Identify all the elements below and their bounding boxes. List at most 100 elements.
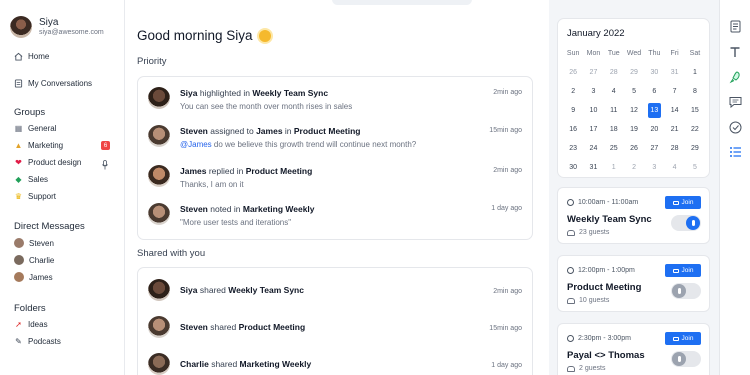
calendar-day[interactable]: 11 — [604, 102, 624, 118]
calendar-day[interactable]: 9 — [563, 102, 583, 118]
calendar-day[interactable]: 1 — [685, 64, 705, 80]
calendar-day[interactable]: 10 — [583, 102, 603, 118]
conversation-link[interactable]: Product Meeting — [294, 126, 361, 136]
calendar-day[interactable]: 3 — [583, 83, 603, 99]
conversation-link[interactable]: Marketing Weekly — [243, 204, 315, 214]
guests-icon — [567, 229, 575, 236]
text-icon[interactable] — [728, 45, 742, 59]
calendar-day[interactable]: 13 — [644, 102, 664, 118]
calendar-day[interactable]: 8 — [685, 83, 705, 99]
conversation-link[interactable]: Product Meeting — [246, 166, 313, 176]
action-text: shared — [197, 285, 229, 295]
calendar-day[interactable]: 26 — [624, 140, 644, 156]
list-item[interactable]: Siya highlighted in Weekly Team Sync You… — [148, 87, 522, 113]
video-camera-icon — [672, 336, 679, 341]
calendar-day[interactable]: 28 — [604, 64, 624, 80]
calendar-day[interactable]: 4 — [664, 159, 684, 175]
calendar-day[interactable]: 12 — [624, 102, 644, 118]
calendar-day[interactable]: 16 — [563, 121, 583, 137]
calendar-day[interactable]: 3 — [644, 159, 664, 175]
search-bar[interactable] — [332, 0, 472, 5]
heart-emoji-icon: ❤ — [15, 158, 22, 167]
list-item[interactable]: Steven shared Product Meeting 15min ago — [148, 316, 522, 338]
rocket-icon[interactable] — [728, 70, 742, 84]
calendar-day[interactable]: 1 — [604, 159, 624, 175]
calendar-day[interactable]: 27 — [644, 140, 664, 156]
clock-icon — [567, 335, 574, 342]
calendar-day[interactable]: 30 — [644, 64, 664, 80]
sidebar: Siya siya@awesome.com Home My Conversati… — [0, 0, 125, 375]
calendar-day[interactable]: 22 — [685, 121, 705, 137]
microphone-toggle[interactable] — [671, 215, 701, 231]
microphone-icon — [686, 216, 700, 230]
calendar-day[interactable]: 31 — [664, 64, 684, 80]
list-item[interactable]: Steven noted in Marketing Weekly "More u… — [148, 203, 522, 229]
check-circle-icon[interactable] — [728, 120, 742, 134]
join-label: Join — [681, 267, 694, 274]
folder-item-podcasts[interactable]: ✎ Podcasts — [14, 337, 61, 346]
weekday-label: Tue — [607, 49, 620, 57]
calendar-day[interactable]: 5 — [624, 83, 644, 99]
calendar-day[interactable]: 29 — [685, 140, 705, 156]
calendar-day[interactable]: 24 — [583, 140, 603, 156]
calendar-day[interactable]: 2 — [563, 83, 583, 99]
shared-item-link[interactable]: Product Meeting — [239, 322, 306, 332]
join-button[interactable]: Join — [665, 196, 701, 209]
calendar-day[interactable]: 18 — [604, 121, 624, 137]
list-icon[interactable] — [728, 145, 742, 159]
calendar-day[interactable]: 6 — [644, 83, 664, 99]
dm-item-charlie[interactable]: Charlie — [14, 255, 54, 265]
calendar-day[interactable]: 14 — [664, 102, 684, 118]
calendar-day[interactable]: 7 — [664, 83, 684, 99]
list-item[interactable]: Siya shared Weekly Team Sync 2min ago — [148, 279, 522, 301]
shared-item-link[interactable]: Marketing Weekly — [240, 359, 312, 369]
folder-item-ideas[interactable]: ➚ Ideas — [14, 320, 47, 329]
calendar-day[interactable]: 20 — [644, 121, 664, 137]
calendar-day[interactable]: 21 — [664, 121, 684, 137]
group-item-general[interactable]: ▦ General — [14, 124, 57, 133]
calendar-day-selected[interactable]: 13 — [647, 102, 661, 118]
shared-item-link[interactable]: Weekly Team Sync — [228, 285, 304, 295]
calendar-day[interactable]: 2 — [624, 159, 644, 175]
event-time-text: 10:00am - 11:00am — [578, 199, 639, 206]
event-card[interactable]: 2:30pm - 3:00pm Join Payal <> Thomas 2 g… — [557, 323, 710, 375]
chat-icon[interactable] — [728, 95, 742, 109]
dm-item-james[interactable]: James — [14, 272, 53, 282]
action-text: noted in — [207, 204, 243, 214]
microphone-toggle[interactable] — [671, 351, 701, 367]
calendar-day[interactable]: 4 — [604, 83, 624, 99]
user-profile[interactable]: Siya siya@awesome.com — [10, 16, 104, 38]
list-item[interactable]: Steven assigned to James in Product Meet… — [148, 125, 522, 151]
document-icon[interactable] — [728, 19, 742, 33]
avatar — [14, 238, 24, 248]
calendar-day[interactable]: 26 — [563, 64, 583, 80]
group-item-marketing[interactable]: ▲ Marketing — [14, 141, 110, 150]
greeting-text: Good morning Siya — [137, 28, 253, 43]
calendar-day[interactable]: 17 — [583, 121, 603, 137]
nav-my-conversations[interactable]: My Conversations — [14, 79, 92, 88]
microphone-toggle[interactable] — [671, 283, 701, 299]
join-button[interactable]: Join — [665, 332, 701, 345]
event-card[interactable]: 12:00pm - 1:00pm Join Product Meeting 10… — [557, 255, 710, 312]
calendar-day[interactable]: 5 — [685, 159, 705, 175]
group-item-sales[interactable]: ◆ Sales — [14, 175, 48, 184]
calendar-day[interactable]: 30 — [563, 159, 583, 175]
calendar-day[interactable]: 25 — [604, 140, 624, 156]
dm-item-steven[interactable]: Steven — [14, 238, 54, 248]
list-item[interactable]: Charlie shared Marketing Weekly 1 day ag… — [148, 353, 522, 375]
calendar-day[interactable]: 27 — [583, 64, 603, 80]
calendar-day[interactable]: 19 — [624, 121, 644, 137]
group-item-product-design[interactable]: ❤ Product design — [14, 158, 81, 167]
calendar-day[interactable]: 15 — [685, 102, 705, 118]
list-item[interactable]: James replied in Product Meeting Thanks,… — [148, 165, 522, 191]
mention-link[interactable]: @James — [180, 140, 212, 149]
conversation-link[interactable]: Weekly Team Sync — [252, 88, 328, 98]
calendar-day[interactable]: 29 — [624, 64, 644, 80]
join-button[interactable]: Join — [665, 264, 701, 277]
event-card[interactable]: 10:00am - 11:00am Join Weekly Team Sync … — [557, 187, 710, 244]
group-item-support[interactable]: ♛ Support — [14, 192, 56, 201]
calendar-day[interactable]: 31 — [583, 159, 603, 175]
calendar-day[interactable]: 28 — [664, 140, 684, 156]
nav-home[interactable]: Home — [14, 52, 49, 61]
calendar-day[interactable]: 23 — [563, 140, 583, 156]
